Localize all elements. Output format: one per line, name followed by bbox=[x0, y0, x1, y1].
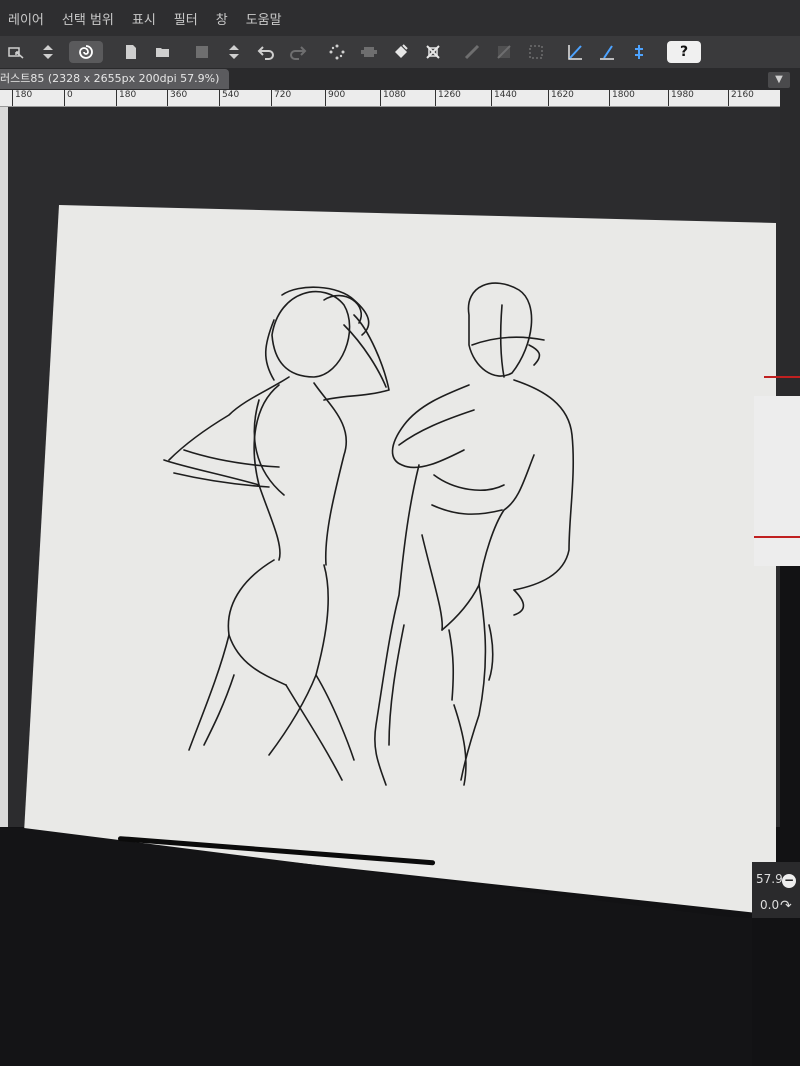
menu-layer[interactable]: 레이어 bbox=[8, 9, 44, 28]
ruler-label: 1800 bbox=[609, 90, 635, 106]
ruler-label: 1440 bbox=[491, 90, 517, 106]
zoom-out-button[interactable]: − bbox=[782, 874, 796, 888]
menu-help[interactable]: 도움말 bbox=[246, 9, 282, 28]
slash-icon[interactable] bbox=[493, 41, 515, 63]
indicator-line bbox=[764, 376, 800, 378]
drawing-canvas[interactable] bbox=[24, 205, 776, 915]
ruler-label: 180 bbox=[12, 90, 32, 106]
redo-icon[interactable] bbox=[287, 41, 309, 63]
ruler-label: 1620 bbox=[548, 90, 574, 106]
document-tab[interactable]: 러스트85 (2328 x 2655px 200dpi 57.9%) bbox=[0, 69, 230, 89]
new-file-icon[interactable] bbox=[120, 41, 142, 63]
ruler-label: 1260 bbox=[435, 90, 461, 106]
dotted-select-icon[interactable] bbox=[525, 41, 547, 63]
menu-selection[interactable]: 선택 범위 bbox=[62, 9, 114, 28]
ruler-label: 540 bbox=[219, 90, 239, 106]
help-icon[interactable]: ? bbox=[667, 41, 701, 63]
ruler-label: 1980 bbox=[668, 90, 694, 106]
menu-filter[interactable]: 필터 bbox=[174, 9, 198, 28]
menu-window[interactable]: 창 bbox=[216, 9, 228, 28]
ruler-label: 720 bbox=[271, 90, 291, 106]
ruler-line-icon[interactable] bbox=[564, 41, 586, 63]
rotation-value: 0.0 bbox=[760, 898, 780, 912]
crop-icon[interactable] bbox=[422, 41, 444, 63]
document-tab-bar: 러스트85 (2328 x 2655px 200dpi 57.9%) ▼ bbox=[0, 68, 800, 90]
ruler-label: 0 bbox=[64, 90, 73, 106]
ruler-label: 180 bbox=[116, 90, 136, 106]
tab-dropdown-button[interactable]: ▼ bbox=[768, 72, 790, 88]
up-down-icon[interactable] bbox=[223, 41, 245, 63]
open-folder-icon[interactable] bbox=[152, 41, 174, 63]
ruler-label: 2160 bbox=[728, 90, 754, 106]
menu-view[interactable]: 표시 bbox=[132, 9, 156, 28]
ruler-label: 900 bbox=[325, 90, 345, 106]
undo-icon[interactable] bbox=[255, 41, 277, 63]
ruler-label: 360 bbox=[167, 90, 187, 106]
vertical-ruler bbox=[0, 107, 8, 827]
side-panel bbox=[754, 396, 800, 566]
ruler-label: 1080 bbox=[380, 90, 406, 106]
zoom-value: 57.9 bbox=[756, 872, 783, 886]
transform-icon[interactable] bbox=[358, 41, 380, 63]
swirl-icon[interactable] bbox=[69, 41, 103, 63]
sketch-figures bbox=[163, 282, 574, 786]
up-down-icon[interactable] bbox=[37, 41, 59, 63]
indicator-line bbox=[754, 536, 800, 538]
ruler-corner-icon[interactable] bbox=[596, 41, 618, 63]
fill-bucket-icon[interactable] bbox=[390, 41, 412, 63]
square-icon[interactable] bbox=[191, 41, 213, 63]
rotate-icon[interactable]: ↷ bbox=[780, 898, 798, 914]
screen: 레이어 선택 범위 표시 필터 창 도움말 ? 러스트85 (2328 x 26… bbox=[0, 0, 800, 1066]
sparkle-icon[interactable] bbox=[326, 41, 348, 63]
command-toolbar: ? bbox=[0, 36, 800, 68]
horizontal-ruler: 180 0 180 360 540 720 900 1080 1260 1440… bbox=[0, 90, 786, 107]
menu-bar: 레이어 선택 범위 표시 필터 창 도움말 bbox=[0, 0, 800, 36]
right-panel-edge bbox=[780, 90, 800, 396]
layer-select-icon[interactable] bbox=[5, 41, 27, 63]
slash-icon[interactable] bbox=[461, 41, 483, 63]
ruler-vertical-icon[interactable] bbox=[628, 41, 650, 63]
